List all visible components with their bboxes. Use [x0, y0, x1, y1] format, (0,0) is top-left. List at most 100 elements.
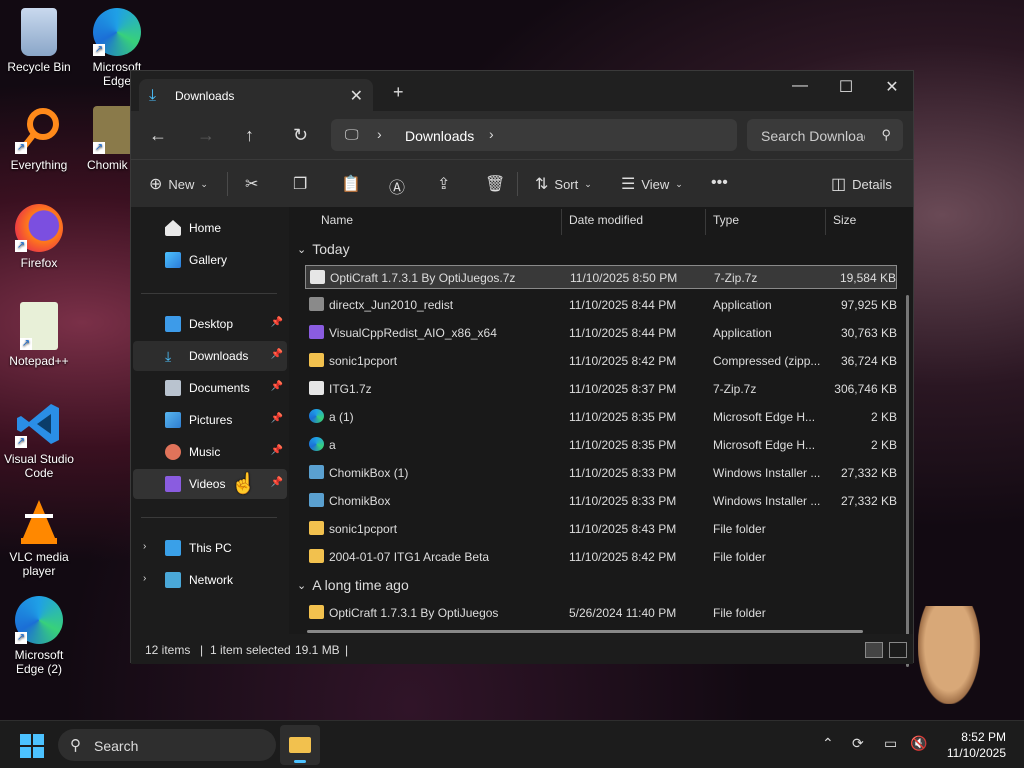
search-placeholder: Search Downloads — [761, 128, 865, 144]
item-count: 12 items — [145, 643, 191, 657]
view-button[interactable]: ☰ View ⌄ — [621, 174, 683, 194]
sidebar-item-this-pc[interactable]: › This PC — [133, 533, 287, 563]
desktop-icon-firefox[interactable]: ↗ Firefox — [1, 204, 77, 270]
file-row[interactable]: ChomikBox (1) 11/10/2025 8:33 PM Windows I… — [305, 461, 897, 485]
sidebar-item-gallery[interactable]: Gallery — [133, 245, 287, 275]
pin-icon[interactable]: 📌 — [271, 381, 283, 392]
chevron-right-icon[interactable]: › — [143, 541, 146, 552]
pin-icon[interactable]: 📌 — [271, 445, 283, 456]
sidebar-item-music[interactable]: Music 📌 — [133, 437, 287, 467]
volume-muted-icon[interactable]: 🔇 — [910, 735, 927, 752]
details-pane-button[interactable]: ◫ Details — [831, 174, 892, 194]
file-row[interactable]: VisualCppRedist_AIO_x86_x64 11/10/2025 8:… — [305, 321, 897, 345]
search-icon: ⚲ — [881, 127, 891, 142]
display-icon[interactable]: ▭ — [884, 735, 897, 752]
sidebar-item-label: Music — [189, 445, 221, 459]
refresh-button[interactable]: ↻ — [293, 125, 308, 146]
file-row[interactable]: ChomikBox 11/10/2025 8:33 PM Windows Insta… — [305, 489, 897, 513]
system-clock[interactable]: 8:52 PM 11/10/2025 — [947, 729, 1006, 761]
selection-count: 1 item selected — [210, 643, 291, 657]
column-header-size[interactable]: Size — [833, 213, 856, 227]
column-divider[interactable] — [705, 209, 706, 235]
desktop-icon-vlc[interactable]: VLC media player — [1, 498, 77, 578]
sort-label: Sort — [554, 176, 579, 192]
sidebar-item-downloads[interactable]: ⤓ Downloads 📌 — [133, 341, 287, 371]
file-explorer-taskbar-button[interactable] — [280, 725, 320, 765]
pin-icon[interactable]: 📌 — [271, 349, 283, 360]
file-name: ITG1.7z — [329, 382, 372, 396]
pin-icon[interactable]: 📌 — [271, 477, 283, 488]
sync-status-icon[interactable]: ⟳ — [852, 735, 864, 752]
file-row[interactable]: a (1) 11/10/2025 8:35 PM Microsoft Edge H.… — [305, 405, 897, 429]
taskbar-search-box[interactable]: ⚲ Search — [58, 729, 276, 761]
rename-button[interactable]: Ⓐ — [389, 174, 405, 198]
more-options-button[interactable]: ••• — [711, 174, 728, 192]
up-button[interactable]: ↑ — [245, 125, 254, 146]
sidebar-item-network[interactable]: › Network — [133, 565, 287, 595]
share-button[interactable]: ⇪ — [437, 174, 450, 194]
column-header-date[interactable]: Date modified — [569, 213, 643, 227]
file-row[interactable]: directx_Jun2010_redist 11/10/2025 8:44 PM… — [305, 293, 897, 317]
delete-button[interactable]: 🗑 — [485, 174, 505, 194]
close-window-button[interactable]: ✕ — [869, 77, 915, 97]
file-row[interactable]: a 11/10/2025 8:35 PM Microsoft Edge H... 2 … — [305, 433, 897, 457]
tiles-view-toggle[interactable] — [889, 642, 907, 658]
sidebar-item-videos[interactable]: Videos 📌 — [133, 469, 287, 499]
file-row[interactable]: OptiCraft 1.7.3.1 By OptiJuegos.7z 11/10/… — [305, 265, 897, 289]
desktop-icon-everything[interactable]: ↗ Everything — [1, 106, 77, 172]
sidebar-item-label: Pictures — [189, 413, 233, 427]
sidebar-item-label: Videos — [189, 477, 226, 491]
file-row[interactable]: 2004-01-07 ITG1 Arcade Beta 11/10/2025 8:… — [305, 545, 897, 569]
desktop-icon-vscode[interactable]: ↗ Visual Studio Code — [1, 400, 77, 480]
desktop-icon-notepadpp[interactable]: ↗ Notepad++ — [1, 302, 77, 368]
sidebar-item-pictures[interactable]: Pictures 📌 — [133, 405, 287, 435]
column-divider[interactable] — [825, 209, 826, 235]
minimize-button[interactable]: — — [777, 77, 823, 95]
new-button[interactable]: ⊕ New ⌄ — [149, 174, 208, 194]
scissors-icon: ✂ — [245, 176, 259, 193]
pin-icon[interactable]: 📌 — [271, 413, 283, 424]
search-input[interactable]: Search Downloads ⚲ — [747, 119, 903, 151]
details-view-toggle[interactable] — [865, 642, 883, 658]
maximize-button[interactable]: ☐ — [823, 77, 869, 97]
show-hidden-icons-button[interactable]: ⌃ — [822, 735, 834, 752]
file-row[interactable]: OptiCraft 1.7.3.1 By OptiJuegos 5/26/2024… — [305, 601, 897, 625]
new-tab-button[interactable]: + — [393, 82, 404, 103]
sidebar-item-desktop[interactable]: Desktop 📌 — [133, 309, 287, 339]
desktop-icon-edge-2[interactable]: ↗ Microsoft Edge (2) — [1, 596, 77, 676]
sort-button[interactable]: ⇅ Sort ⌄ — [535, 174, 592, 194]
windows-start-button[interactable] — [20, 734, 44, 758]
tab-downloads[interactable]: ⤓ Downloads ✕ — [139, 79, 373, 111]
back-button[interactable]: ← — [149, 125, 167, 146]
chevron-down-icon: ⌄ — [200, 178, 208, 189]
forward-button[interactable]: → — [197, 125, 215, 146]
group-header-today[interactable]: ⌄ Today — [297, 241, 350, 257]
close-tab-icon[interactable]: ✕ — [350, 86, 363, 106]
chevron-right-icon[interactable]: › — [143, 573, 146, 584]
group-header-long-ago[interactable]: ⌄ A long time ago — [297, 577, 409, 593]
sidebar-item-home[interactable]: Home — [133, 213, 287, 243]
desktop-icon-recycle-bin[interactable]: Recycle Bin — [1, 8, 77, 74]
column-header-name[interactable]: Name — [321, 213, 353, 227]
desktop-icon-label: Everything — [10, 158, 68, 172]
address-bar[interactable]: 🖵 › Downloads › — [331, 119, 737, 151]
file-row[interactable]: ITG1.7z 11/10/2025 8:37 PM 7-Zip.7z 306,746… — [305, 377, 897, 401]
file-row[interactable]: sonic1pcport 11/10/2025 8:42 PM Compressed… — [305, 349, 897, 373]
horizontal-scrollbar[interactable] — [307, 630, 863, 633]
vertical-scrollbar[interactable] — [906, 295, 909, 667]
pin-icon[interactable]: 📌 — [271, 317, 283, 328]
file-row[interactable]: sonic1pcport 11/10/2025 8:43 PM File folde… — [305, 517, 897, 541]
column-divider[interactable] — [561, 209, 562, 235]
sidebar-item-documents[interactable]: Documents 📌 — [133, 373, 287, 403]
breadcrumb-downloads[interactable]: Downloads — [405, 128, 474, 144]
paste-button[interactable]: 📋 — [341, 174, 361, 194]
copy-button[interactable]: ❐ — [293, 174, 307, 194]
sidebar-item-label: Gallery — [189, 253, 228, 267]
chevron-right-icon[interactable]: › — [377, 126, 382, 142]
rename-icon: Ⓐ — [389, 180, 406, 197]
column-header-type[interactable]: Type — [713, 213, 739, 227]
vscode-icon: ↗ — [15, 400, 63, 448]
sort-icon: ⇅ — [535, 176, 549, 193]
chevron-right-icon[interactable]: › — [489, 126, 494, 142]
cut-button[interactable]: ✂ — [245, 174, 258, 194]
